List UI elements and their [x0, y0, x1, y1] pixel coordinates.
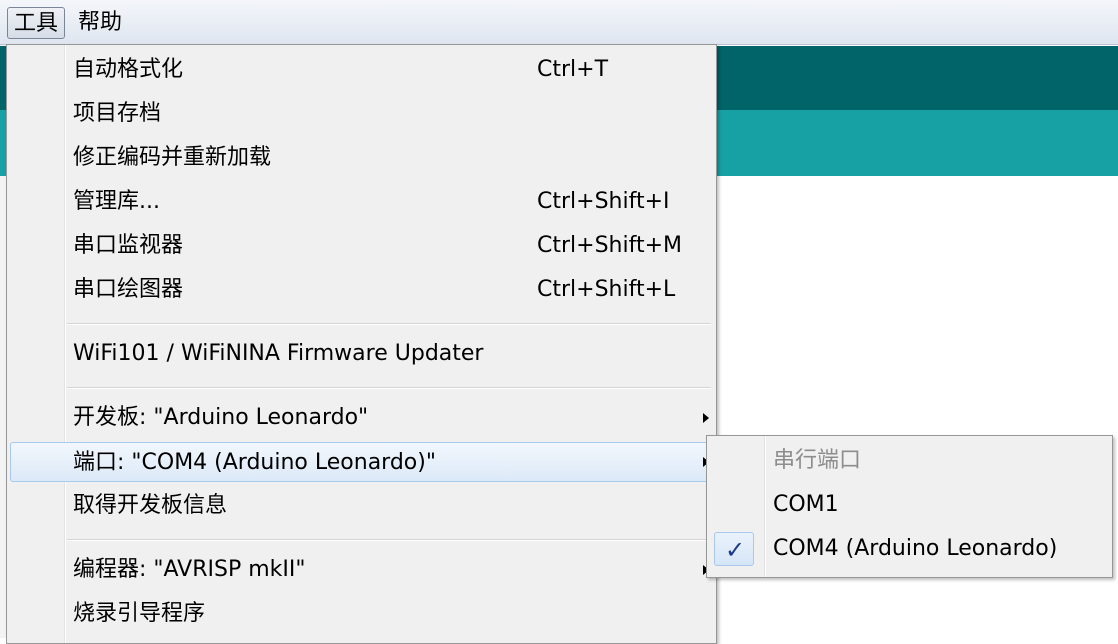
menu-separator — [67, 387, 711, 389]
menubar: 工具 帮助 — [0, 0, 1118, 45]
port-submenu: 串行端口 COM1 ✓ COM4 (Arduino Leonardo) — [706, 435, 1113, 578]
menu-item-label: 自动格式化 — [73, 57, 184, 82]
menu-item-label: WiFi101 / WiFiNINA Firmware Updater — [73, 341, 484, 366]
menu-item-label: 修正编码并重新加载 — [73, 145, 272, 170]
editor-tab-bar — [716, 110, 1118, 176]
submenu-item-com1[interactable]: COM1 — [710, 485, 1109, 525]
menu-item-programmer[interactable]: 编程器: "AVRISP mkII" — [10, 550, 713, 590]
menu-item-label: 烧录引导程序 — [73, 601, 206, 626]
menu-item-shortcut: Ctrl+Shift+M — [537, 233, 682, 258]
menu-tools[interactable]: 工具 — [7, 7, 66, 39]
menu-item-shortcut: Ctrl+T — [537, 57, 609, 82]
submenu-item-label: COM4 (Arduino Leonardo) — [773, 536, 1058, 561]
menu-item-shortcut: Ctrl+Shift+L — [537, 277, 676, 302]
menu-item-label: 开发板: "Arduino Leonardo" — [73, 405, 369, 430]
menu-item-serial-plotter[interactable]: 串口绘图器 Ctrl+Shift+L — [10, 270, 713, 310]
menu-item-label: 串口监视器 — [73, 233, 184, 258]
menu-item-burn-bootloader[interactable]: 烧录引导程序 — [10, 594, 713, 634]
menu-item-label: 端口: "COM4 (Arduino Leonardo)" — [73, 450, 436, 475]
menu-item-auto-format[interactable]: 自动格式化 Ctrl+T — [10, 50, 713, 90]
menu-item-fix-encoding[interactable]: 修正编码并重新加载 — [10, 138, 713, 178]
menu-item-label: 项目存档 — [73, 101, 162, 126]
submenu-item-com4[interactable]: ✓ COM4 (Arduino Leonardo) — [710, 529, 1109, 569]
menu-item-serial-monitor[interactable]: 串口监视器 Ctrl+Shift+M — [10, 226, 713, 266]
menu-help[interactable]: 帮助 — [72, 7, 128, 39]
menu-item-archive-sketch[interactable]: 项目存档 — [10, 94, 713, 134]
editor-toolbar — [716, 46, 1118, 110]
submenu-arrow-icon — [703, 413, 709, 423]
submenu-header-label: 串行端口 — [773, 448, 862, 473]
tools-menu: 自动格式化 Ctrl+T 项目存档 修正编码并重新加载 管理库... Ctrl+… — [6, 44, 717, 644]
menu-item-label: 取得开发板信息 — [73, 493, 228, 518]
menu-item-board[interactable]: 开发板: "Arduino Leonardo" — [10, 398, 713, 438]
menu-item-shortcut: Ctrl+Shift+I — [537, 189, 670, 214]
menu-separator — [67, 539, 711, 541]
submenu-item-label: COM1 — [773, 492, 839, 517]
checkmark-icon: ✓ — [724, 536, 746, 564]
menu-item-manage-libraries[interactable]: 管理库... Ctrl+Shift+I — [10, 182, 713, 222]
check-indicator: ✓ — [714, 532, 754, 566]
menu-item-port[interactable]: 端口: "COM4 (Arduino Leonardo)" — [10, 442, 713, 482]
menu-item-label: 编程器: "AVRISP mkII" — [73, 557, 306, 582]
menu-separator — [67, 323, 711, 325]
submenu-header-serial-ports: 串行端口 — [710, 441, 1109, 481]
menu-item-label: 串口绘图器 — [73, 277, 184, 302]
menu-item-label: 管理库... — [73, 189, 160, 214]
menu-item-board-info[interactable]: 取得开发板信息 — [10, 486, 713, 526]
menu-item-firmware-updater[interactable]: WiFi101 / WiFiNINA Firmware Updater — [10, 334, 713, 374]
